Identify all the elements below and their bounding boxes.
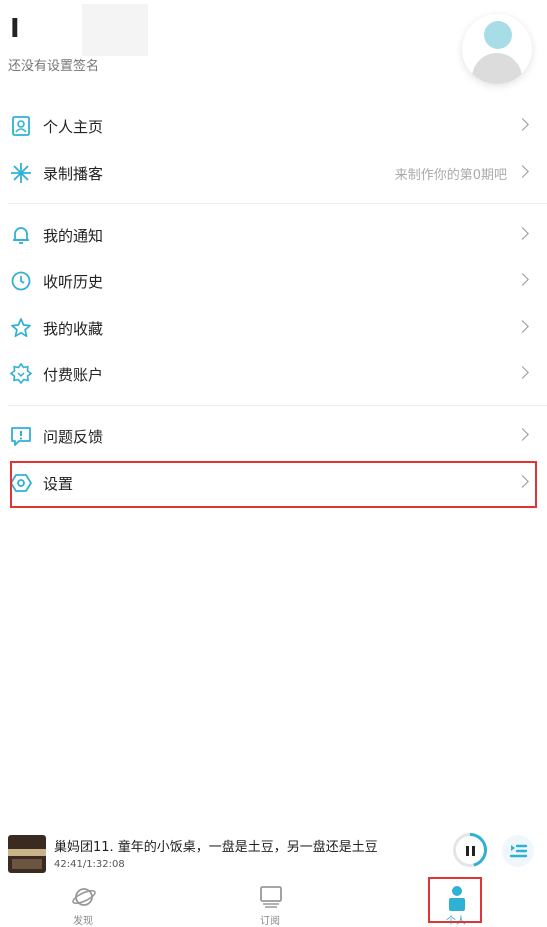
signature-text[interactable]: 还没有设置签名 (8, 55, 99, 74)
playlist-icon (509, 844, 528, 858)
record-hint: 来制作你的第0期吧 (394, 167, 507, 183)
chevron-right-icon (516, 273, 529, 286)
chevron-right-icon (516, 165, 529, 178)
profile-card-icon (12, 116, 30, 136)
chevron-right-icon (516, 366, 529, 379)
menu-item-label: 个人主页 (43, 117, 104, 136)
chevron-right-icon (516, 118, 529, 131)
blurred-region (82, 4, 148, 56)
chevron-right-icon (516, 227, 529, 240)
menu-item-profile[interactable]: 个人主页 (0, 103, 547, 149)
sparkle-icon (11, 163, 31, 183)
bell-icon (13, 227, 29, 244)
menu-item-label: 问题反馈 (43, 427, 104, 446)
avatar-torso (472, 53, 522, 84)
menu-item-label: 付费账户 (43, 365, 104, 384)
playlist-button[interactable] (502, 835, 534, 867)
menu-item-history[interactable]: 收听历史 (0, 258, 547, 304)
episode-cover[interactable] (8, 835, 46, 873)
monitor-icon (260, 886, 282, 908)
tab-discover[interactable]: 发现 (33, 878, 133, 927)
menu-item-paid-account[interactable]: 付费账户 (0, 351, 547, 397)
profile-header: I 还没有设置签名 (0, 0, 547, 90)
menu-item-feedback[interactable]: 问题反馈 (0, 413, 547, 459)
clock-icon (11, 271, 31, 291)
episode-title[interactable]: 巢妈团11. 童年的小饭桌，一盘是土豆，另一盘还是土豆 (54, 836, 378, 855)
pause-icon-bar (472, 846, 475, 856)
cover-figures (12, 859, 42, 869)
badge-icon (10, 363, 32, 385)
planet-icon (72, 888, 96, 906)
menu-item-label: 收听历史 (43, 272, 104, 291)
feedback-icon (11, 427, 31, 446)
menu-item-label: 录制播客 (43, 164, 104, 183)
menu-item-favorites[interactable]: 我的收藏 (0, 305, 547, 351)
divider (8, 203, 547, 204)
mini-player[interactable]: 巢妈团11. 童年的小饭桌，一盘是土豆，另一盘还是土豆 42:41/1:32:0… (0, 828, 547, 878)
menu-item-notifications[interactable]: 我的通知 (0, 212, 547, 258)
chevron-right-icon (516, 320, 529, 333)
pause-button[interactable] (453, 833, 487, 867)
pause-icon (466, 846, 469, 856)
avatar-head (484, 21, 512, 49)
cover-band (8, 849, 46, 856)
star-icon (11, 318, 31, 338)
menu-item-label: 我的通知 (43, 226, 104, 245)
episode-time: 42:41/1:32:08 (54, 859, 125, 870)
chevron-right-icon (516, 428, 529, 441)
settings-highlight-box (10, 461, 537, 508)
divider (8, 405, 547, 406)
username[interactable]: I (10, 14, 20, 44)
personal-tab-highlight-box (428, 877, 482, 923)
progress-ring (453, 833, 487, 867)
menu-item-record-podcast[interactable]: 录制播客 来制作你的第0期吧 (0, 150, 547, 196)
avatar[interactable] (462, 14, 532, 84)
tab-subscriptions[interactable]: 订阅 (220, 878, 320, 927)
menu-item-label: 我的收藏 (43, 319, 104, 338)
